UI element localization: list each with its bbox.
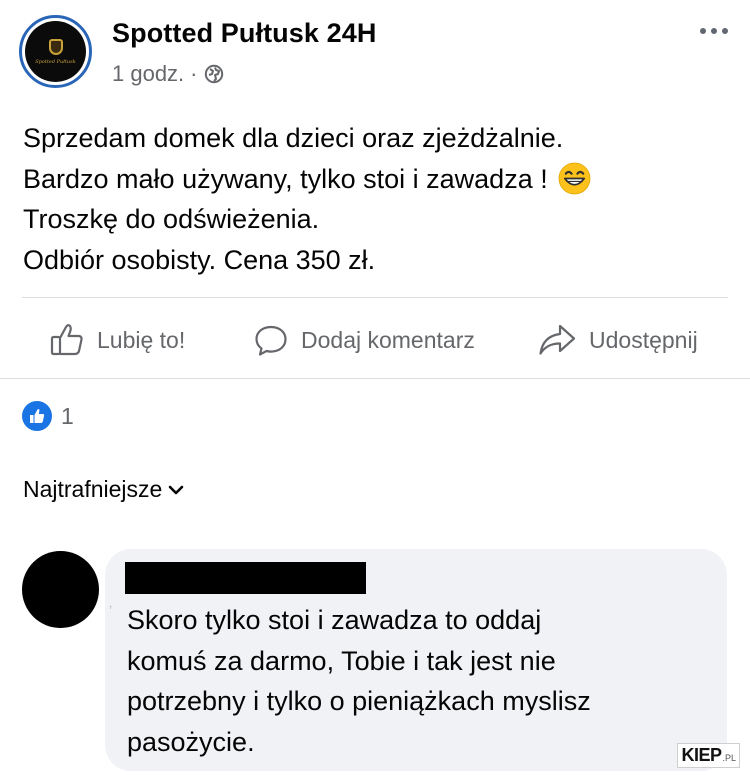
- sort-label: Najtrafniejsze: [23, 476, 163, 502]
- comment-button[interactable]: Dodaj komentarz: [253, 315, 475, 365]
- redacted-author-name: [125, 562, 366, 594]
- comment-bubble-icon: [255, 325, 287, 356]
- comment-sort-dropdown[interactable]: Najtrafniejsze: [23, 476, 184, 503]
- share-label: Udostępnij: [589, 326, 698, 353]
- post-time[interactable]: 1 godz.: [112, 61, 184, 87]
- share-button[interactable]: Udostępnij: [537, 315, 698, 365]
- post-meta: 1 godz. ·: [112, 61, 224, 87]
- page-avatar[interactable]: Spotted Pułtusk: [19, 15, 92, 88]
- share-arrow-icon: [539, 324, 576, 355]
- like-button[interactable]: Lubię to!: [49, 315, 185, 365]
- avatar-logo-text: Spotted Pułtusk: [35, 58, 76, 65]
- post-line: Troszkę do odświeżenia.: [23, 204, 320, 234]
- post-line: Sprzedam domek dla dzieci oraz zjeżdżaln…: [23, 123, 564, 153]
- divider: [0, 378, 750, 379]
- crest-icon: [48, 38, 63, 55]
- post-line: Odbiór osobisty. Cena 350 zł.: [23, 244, 376, 275]
- grinning-face-emoji-icon: [558, 162, 591, 195]
- comment-line: Skoro tylko stoi i zawadza to oddaj: [127, 605, 542, 635]
- reaction-count: 1: [61, 402, 74, 429]
- globe-icon[interactable]: [204, 64, 224, 84]
- commenter-avatar[interactable]: [22, 551, 99, 628]
- post-text: Sprzedam domek dla dzieci oraz zjeżdżaln…: [23, 118, 723, 280]
- bubble-mark: ‚: [109, 594, 113, 610]
- comment-label: Dodaj komentarz: [301, 326, 475, 353]
- watermark-text: KIEP: [681, 745, 722, 765]
- post-line: Bardzo mało używany, tylko stoi i zawadz…: [23, 159, 723, 200]
- more-options-icon[interactable]: [700, 28, 728, 34]
- like-badge-icon: [22, 401, 52, 431]
- comment-line: komuś za darmo, Tobie i tak jest nie: [127, 645, 556, 676]
- page-logo: Spotted Pułtusk: [25, 21, 86, 82]
- like-label: Lubię to!: [97, 326, 186, 353]
- post-actions: Lubię to! Dodaj komentarz Udostępnij: [0, 315, 750, 365]
- watermark-suffix: .PL: [722, 753, 736, 763]
- comment-line: pasożycie.: [127, 726, 255, 757]
- reactions-summary[interactable]: 1: [22, 401, 74, 431]
- thumbs-up-icon: [50, 324, 83, 356]
- comment-line: potrzebny i tylko o pieniążkach myslisz: [127, 686, 591, 716]
- watermark-logo: KIEP .PL: [677, 743, 740, 768]
- chevron-down-icon: [169, 485, 184, 494]
- comment-text: Skoro tylko stoi i zawadza to oddaj komu…: [127, 600, 707, 762]
- meta-separator: ·: [190, 61, 198, 86]
- page-name[interactable]: Spotted Pułtusk 24H: [112, 18, 376, 49]
- divider: [22, 297, 728, 298]
